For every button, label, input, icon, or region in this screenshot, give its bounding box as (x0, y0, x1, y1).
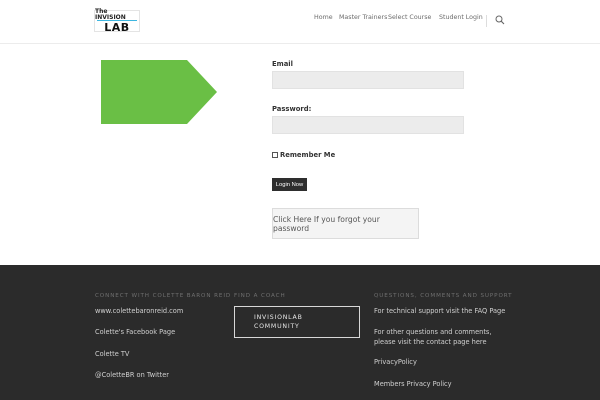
login-button[interactable]: Login Now (272, 178, 307, 191)
email-field[interactable] (272, 71, 464, 89)
search-icon[interactable] (495, 15, 505, 25)
password-field[interactable] (272, 116, 464, 134)
remember-me-checkbox[interactable] (272, 152, 278, 158)
nav-divider (486, 15, 487, 27)
remember-me-label: Remember Me (280, 151, 336, 159)
footer-link-faq[interactable]: For technical support visit the FAQ Page (374, 307, 505, 317)
green-arrow-graphic (101, 60, 217, 124)
site-header: The INVISION LAB Home Master Trainers Se… (0, 0, 600, 44)
footer-link-privacy-policy[interactable]: PrivacyPolicy (374, 358, 417, 368)
footer-link-contact[interactable]: For other questions and comments, please… (374, 328, 509, 347)
logo-line-2: LAB (104, 21, 130, 34)
nav-item-select-course[interactable]: Select Course (388, 14, 431, 21)
footer-link-colette-tv[interactable]: Colette TV (95, 350, 129, 360)
footer-heading-coach: FIND A COACH (234, 293, 286, 299)
nav-item-student-login[interactable]: Student Login (439, 14, 483, 21)
footer-heading-connect: CONNECT WITH COLETTE BARON REID (95, 293, 232, 299)
footer-link-twitter[interactable]: @ColetteBR on Twitter (95, 371, 169, 381)
page: The INVISION LAB Home Master Trainers Se… (0, 0, 600, 400)
site-logo[interactable]: The INVISION LAB (94, 9, 140, 34)
footer-heading-questions: QUESTIONS, COMMENTS AND SUPPORT (374, 293, 513, 299)
nav-item-master-trainers[interactable]: Master Trainers (339, 14, 387, 21)
logo-accent-bar (97, 20, 137, 21)
footer-link-website[interactable]: www.colettebaronreid.com (95, 307, 183, 317)
password-label: Password: (272, 105, 312, 113)
community-button-line-1: INVISIONLAB (254, 314, 303, 321)
community-button[interactable]: INVISIONLAB COMMUNITY (234, 306, 360, 338)
site-footer: CONNECT WITH COLETTE BARON REID FIND A C… (0, 265, 600, 400)
community-button-line-2: COMMUNITY (254, 323, 300, 330)
footer-link-members-privacy[interactable]: Members Privacy Policy (374, 380, 452, 390)
nav-item-home[interactable]: Home (314, 14, 333, 21)
footer-link-facebook[interactable]: Colette's Facebook Page (95, 328, 175, 338)
email-label: Email (272, 60, 293, 68)
forgot-password-button[interactable]: Click Here If you forgot your password (272, 208, 419, 239)
